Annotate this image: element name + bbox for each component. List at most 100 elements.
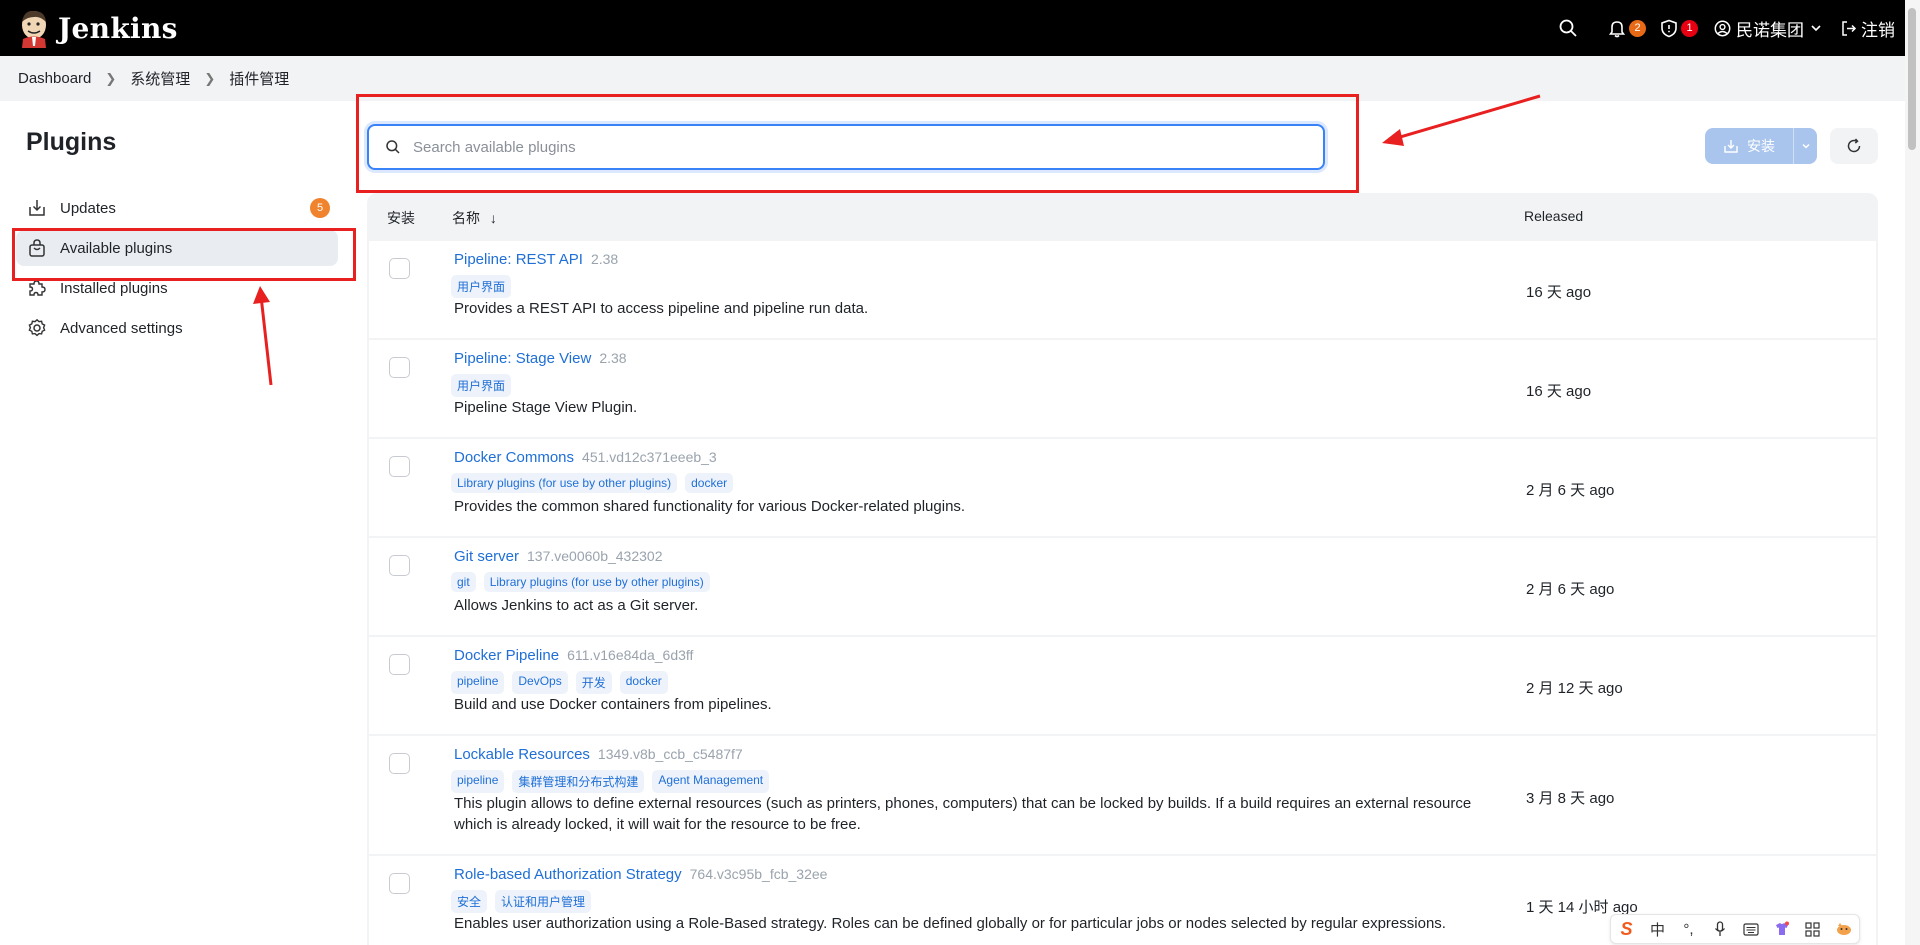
plugin-version: 2.38 (599, 350, 627, 366)
plugin-version: 611.v16e84da_6d3ff (567, 647, 694, 663)
scrollbar-thumb[interactable] (1908, 8, 1916, 150)
plugin-description: Provides a REST API to access pipeline a… (454, 300, 869, 317)
keyboard-icon[interactable] (1740, 922, 1762, 936)
plugin-tag[interactable]: DevOps (512, 671, 568, 694)
brand-name: Jenkins (58, 11, 178, 45)
user-menu[interactable]: 民诺集团 (1714, 16, 1822, 41)
plugin-tag[interactable]: 集群管理和分布式构建 (512, 770, 645, 793)
column-header-name[interactable]: 名称 ↓ (452, 208, 497, 228)
plugin-description: This plugin allows to define external re… (454, 795, 1472, 833)
updates-count-badge: 5 (310, 198, 330, 218)
ime-mode-toggle[interactable]: 中 (1647, 919, 1669, 940)
plugin-tag[interactable]: Library plugins (for use by other plugin… (483, 572, 710, 592)
jenkins-home-link[interactable]: Jenkins (18, 8, 178, 48)
annotation-box-available-plugins (12, 228, 356, 281)
annotation-box-search (356, 94, 1359, 193)
sogou-logo-icon[interactable]: S (1616, 919, 1638, 940)
plugin-name: Role-based Authorization Strategy (454, 866, 682, 883)
plugin-version: 764.v3c95b_fcb_32ee (689, 866, 828, 882)
breadcrumb-plugin-management[interactable]: 插件管理 (229, 68, 289, 89)
plugin-tag[interactable]: 用户界面 (451, 275, 512, 298)
annotation-arrow-to-search (1382, 94, 1541, 146)
plugin-tag[interactable]: 开发 (575, 671, 612, 694)
plugin-name-link[interactable]: Docker Pipeline 611.v16e84da_6d3ff (454, 647, 693, 664)
install-button-group: 安装 (1705, 128, 1817, 164)
plugin-version: 137.ve0060b_432302 (527, 548, 663, 564)
ime-toolbar: S 中 °, (1610, 914, 1860, 944)
install-checkbox[interactable] (389, 873, 410, 894)
security-badge: 1 (1681, 19, 1698, 37)
plugin-name-link[interactable]: Pipeline: Stage View 2.38 (454, 350, 627, 367)
plugin-description: Pipeline Stage View Plugin. (454, 399, 638, 416)
logout-button[interactable]: 注销 (1840, 16, 1895, 41)
top-navigation-bar: Jenkins 2 1 民诺集团 注销 (0, 0, 1905, 56)
install-options-dropdown[interactable] (1793, 128, 1817, 164)
breadcrumb-system-management[interactable]: 系统管理 (130, 68, 190, 89)
mascot-icon[interactable] (1833, 922, 1855, 936)
plugin-name-link[interactable]: Role-based Authorization Strategy 764.v3c… (454, 866, 827, 883)
table-row: Lockable Resources 1349.v8b_ccb_c5487f7 p… (369, 736, 1876, 854)
plugin-version: 1349.v8b_ccb_c5487f7 (597, 746, 743, 762)
notifications-badge: 2 (1629, 19, 1646, 37)
download-icon (26, 197, 48, 219)
table-row: Pipeline: REST API 2.38 用户界面 Provides a R… (369, 241, 1876, 338)
refresh-button[interactable] (1830, 128, 1878, 164)
released-time: 3 月 8 天 ago (1526, 790, 1615, 807)
install-checkbox[interactable] (389, 357, 410, 378)
plugin-tag[interactable]: 用户界面 (451, 374, 512, 397)
sidebar-item-label: Advanced settings (60, 319, 183, 337)
plugin-tag[interactable]: 安全 (451, 890, 488, 913)
plugin-name: Docker Pipeline (454, 647, 560, 664)
plugin-name-link[interactable]: Docker Commons 451.vd12c371eeeb_3 (454, 449, 717, 466)
sidebar-item-advanced-settings[interactable]: Advanced settings (16, 310, 338, 346)
sidebar-item-label: Installed plugins (60, 279, 168, 297)
sidebar-item-label: Updates (60, 199, 116, 217)
released-time: 2 月 12 天 ago (1526, 680, 1623, 697)
sidebar-title: Plugins (26, 128, 117, 156)
plugin-name-link[interactable]: Git server 137.ve0060b_432302 (454, 548, 662, 565)
install-checkbox[interactable] (389, 258, 410, 279)
plugin-tag[interactable]: Agent Management (652, 770, 770, 793)
column-header-install: 安装 (387, 210, 415, 226)
grid-menu-icon[interactable] (1802, 921, 1824, 937)
security-button[interactable]: 1 (1660, 19, 1698, 38)
breadcrumb-dashboard[interactable]: Dashboard (18, 70, 91, 87)
released-time: 16 天 ago (1526, 284, 1592, 301)
released-time: 2 月 6 天 ago (1526, 581, 1615, 598)
install-checkbox[interactable] (389, 753, 410, 774)
install-button[interactable]: 安装 (1705, 128, 1793, 164)
refresh-icon (1847, 138, 1861, 153)
plugin-name-link[interactable]: Lockable Resources 1349.v8b_ccb_c5487f7 (454, 746, 743, 763)
plugin-name-link[interactable]: Pipeline: REST API 2.38 (454, 251, 618, 268)
plugin-tag[interactable]: 认证和用户管理 (495, 890, 592, 913)
sort-arrow-icon: ↓ (489, 210, 497, 226)
plugin-description: Build and use Docker containers from pip… (454, 696, 772, 713)
notifications-button[interactable]: 2 (1608, 19, 1646, 38)
chevron-down-icon (1811, 25, 1821, 32)
plugin-tag[interactable]: Library plugins (for use by other plugin… (451, 473, 678, 493)
install-checkbox[interactable] (389, 654, 410, 675)
plugin-tag[interactable]: docker (685, 473, 734, 493)
chevron-down-icon (1801, 143, 1810, 149)
chevron-right-icon: ❯ (204, 70, 216, 86)
install-checkbox[interactable] (389, 456, 410, 477)
plugin-tag[interactable]: pipeline (451, 671, 505, 694)
install-checkbox[interactable] (389, 555, 410, 576)
plugin-version: 451.vd12c371eeeb_3 (582, 449, 717, 465)
search-button[interactable] (1558, 18, 1578, 38)
plugin-tag[interactable]: git (451, 572, 476, 592)
skin-icon[interactable] (1771, 921, 1793, 937)
table-header: 安装 名称 ↓ Released (367, 193, 1878, 237)
logout-label: 注销 (1861, 20, 1895, 40)
plugin-name: Pipeline: REST API (454, 251, 583, 268)
plugin-tag[interactable]: docker (619, 671, 668, 694)
plugin-tag[interactable]: pipeline (451, 770, 505, 793)
plugin-description: Provides the common shared functionality… (454, 498, 966, 515)
released-time: 16 天 ago (1526, 383, 1592, 400)
sidebar-item-updates[interactable]: Updates 5 (16, 190, 338, 226)
microphone-icon[interactable] (1709, 921, 1731, 937)
punctuation-icon[interactable]: °, (1678, 921, 1700, 938)
download-icon (1724, 140, 1738, 153)
user-circle-icon (1714, 20, 1731, 36)
search-icon (1559, 19, 1577, 37)
